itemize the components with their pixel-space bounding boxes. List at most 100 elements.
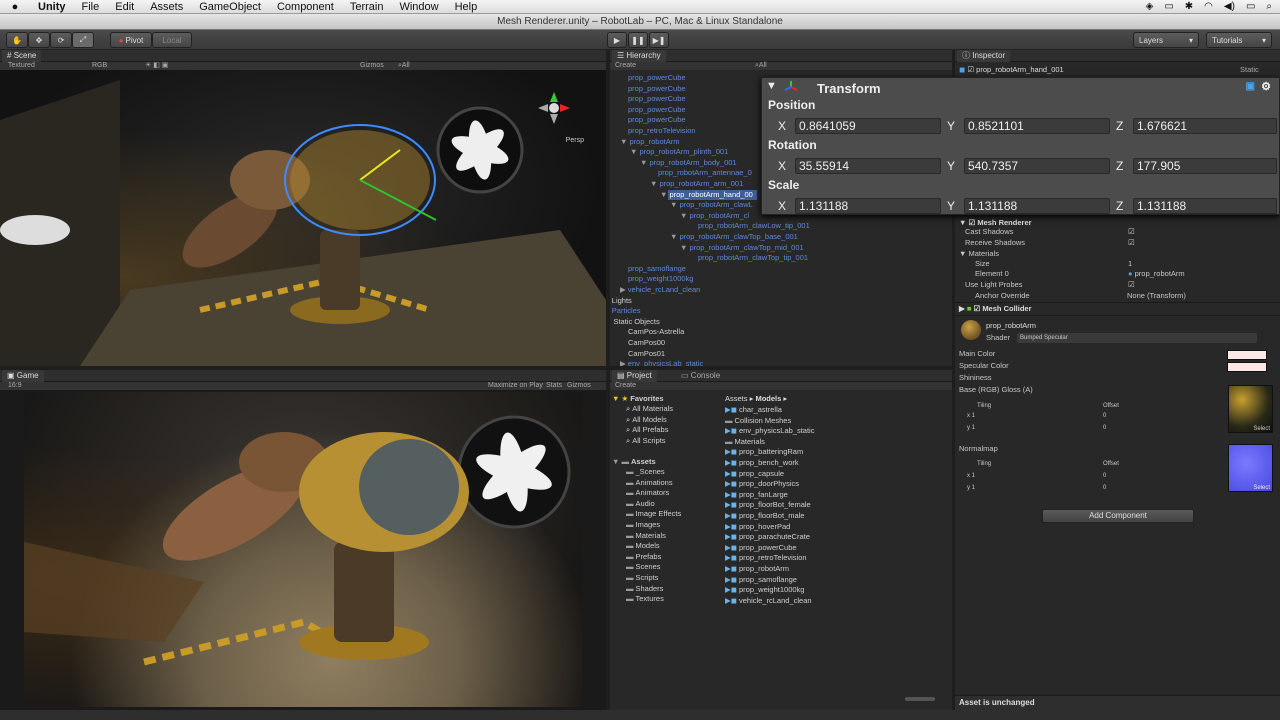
project-asset-item[interactable]: ▶◼ prop_batteringRam (725, 447, 803, 457)
gear-icon[interactable]: ⚙ (1261, 80, 1271, 93)
breadcrumb-assets[interactable]: Assets (725, 394, 748, 403)
project-tree-item[interactable]: ▬ Images (626, 520, 660, 530)
transform-header[interactable]: ▼ Transform ▣ ⚙ (762, 78, 1279, 98)
project-asset-item[interactable]: ▶◼ prop_robotArm (725, 564, 789, 574)
play-button[interactable]: ▶ (607, 32, 627, 48)
menu-gameobject[interactable]: GameObject (191, 0, 269, 14)
project-asset-item[interactable]: ▶◼ prop_weight1000kg (725, 585, 804, 595)
foldout-open-icon[interactable]: ▼ (640, 158, 647, 167)
hierarchy-row[interactable]: ▼ prop_robotArm_cl (680, 211, 749, 221)
wifi-icon[interactable]: ◠ (1204, 0, 1213, 14)
scene-shading-dropdown[interactable]: Textured (8, 62, 35, 70)
hierarchy-create-dropdown[interactable]: Create (615, 62, 636, 70)
position-z-field[interactable]: 1.676621 (1133, 118, 1277, 134)
game-gizmos-dropdown[interactable]: Gizmos (567, 382, 591, 390)
foldout-closed-icon[interactable]: ▶ (620, 285, 626, 294)
hierarchy-row[interactable]: prop_powerCube (628, 105, 686, 115)
static-dropdown[interactable]: Static (1240, 65, 1259, 75)
foldout-open-icon[interactable]: ▼ (680, 211, 687, 220)
project-asset-item[interactable]: ▶◼ prop_capsule (725, 469, 784, 479)
help-icon[interactable]: ▣ (1246, 81, 1255, 92)
project-asset-item[interactable]: ▶◼ vehicle_rcLand_clean (725, 596, 812, 606)
hierarchy-row[interactable]: ▼ prop_robotArm_plinth_001 (630, 147, 728, 157)
hierarchy-row[interactable]: prop_retroTelevision (628, 126, 696, 136)
hierarchy-row[interactable]: ▼ prop_robotArm_arm_001 (650, 179, 743, 189)
project-asset-item[interactable]: ▶◼ prop_fanLarge (725, 490, 788, 500)
project-tree-item[interactable]: ▬ Models (626, 541, 660, 551)
project-asset-item[interactable]: ▶◼ prop_samoflange (725, 575, 797, 585)
scale-x-field[interactable]: 1.131188 (795, 198, 941, 214)
scene-search-input[interactable]: ⌕All (398, 62, 410, 70)
project-tree-item[interactable]: ▬ Animations (626, 478, 673, 488)
foldout-open-icon[interactable]: ▼ (670, 200, 677, 209)
foldout-closed-icon[interactable]: ▶ (620, 359, 626, 366)
rotate-tool-button[interactable]: ⟳ (50, 32, 72, 48)
hierarchy-row[interactable]: prop_powerCube (628, 73, 686, 83)
normal-offset-x[interactable]: 0 (1103, 471, 1106, 481)
menu-component[interactable]: Component (269, 0, 342, 14)
icon-size-slider[interactable] (905, 697, 935, 701)
scale-y-field[interactable]: 1.131188 (964, 198, 1110, 214)
mesh-collider-header[interactable]: ▶ ■ ☑ Mesh Collider (959, 304, 1032, 314)
project-tree-item[interactable]: ▬ Scripts (626, 573, 658, 583)
hierarchy-row[interactable]: prop_robotArm_antennae_0 (658, 168, 752, 178)
hierarchy-row[interactable]: prop_powerCube (628, 94, 686, 104)
cast-shadows-checkbox[interactable]: ☑ (1128, 227, 1135, 237)
hierarchy-row[interactable]: ▼ prop_robotArm_clawTop_mid_001 (680, 243, 804, 253)
project-asset-item[interactable]: ▶◼ prop_floorBot_female (725, 500, 811, 510)
project-tree-item[interactable]: ▬ Animators (626, 488, 669, 498)
hierarchy-row[interactable]: prop_powerCube (628, 115, 686, 125)
hierarchy-search-input[interactable]: ⌕All (755, 62, 767, 70)
project-tree-item[interactable]: ▬ Image Effects (626, 509, 681, 519)
hierarchy-row[interactable]: ▼ prop_robotArm_clawL (670, 200, 753, 210)
tab-hierarchy[interactable]: ☰ Hierarchy (612, 50, 666, 62)
volume-icon[interactable]: ◀) (1224, 0, 1235, 14)
game-aspect-dropdown[interactable]: 16:9 (8, 382, 22, 390)
menu-app[interactable]: Unity (30, 0, 74, 14)
scene-gizmos-dropdown[interactable]: Gizmos (360, 62, 384, 70)
hierarchy-row[interactable]: ▶ vehicle_rcLand_clean (620, 285, 700, 295)
project-tree-item[interactable]: ▬ _Scenes (626, 467, 665, 477)
project-tree-item[interactable]: ▬ Materials (626, 531, 666, 541)
foldout-open-icon[interactable]: ▼ (650, 179, 657, 188)
scale-z-field[interactable]: 1.131188 (1133, 198, 1277, 214)
position-y-field[interactable]: 0.8521101 (964, 118, 1110, 134)
scene-render-dropdown[interactable]: RGB (92, 62, 107, 70)
hierarchy-row[interactable]: ▶Particles (612, 306, 641, 316)
project-tree-item[interactable]: ⌕ All Scripts (626, 436, 666, 446)
local-button[interactable]: Local (152, 32, 192, 48)
project-asset-item[interactable]: ▶◼ prop_retroTelevision (725, 553, 807, 563)
project-tree-item[interactable]: ▬ Textures (626, 594, 664, 604)
object-name-field[interactable]: prop_robotArm_hand_001 (976, 65, 1064, 74)
specular-color-swatch[interactable] (1227, 362, 1267, 372)
project-tree-item[interactable]: ▼ ★ Favorites (612, 394, 664, 404)
hierarchy-row[interactable]: CamPos00 (628, 338, 665, 348)
foldout-open-icon[interactable]: ▼ (610, 317, 611, 326)
project-asset-item[interactable]: ▶◼ prop_hoverPad (725, 522, 790, 532)
project-tree-item[interactable]: ▬ Prefabs (626, 552, 661, 562)
maximize-on-play-toggle[interactable]: Maximize on Play (488, 382, 543, 390)
menu-file[interactable]: File (74, 0, 108, 14)
scene-orientation-gizmo-icon[interactable] (536, 90, 572, 126)
layers-dropdown[interactable]: Layers ▾ (1133, 32, 1199, 48)
rotation-x-field[interactable]: 35.55914 (795, 158, 941, 174)
project-create-dropdown[interactable]: Create (615, 382, 636, 390)
hierarchy-row[interactable]: ▼ prop_robotArm (620, 137, 679, 147)
mesh-renderer-checkbox[interactable]: ☑ (969, 218, 976, 227)
hierarchy-row[interactable]: prop_powerCube (628, 84, 686, 94)
project-asset-item[interactable]: ▶◼ prop_parachuteCrate (725, 532, 810, 542)
dropbox-icon[interactable]: ◈ (1146, 0, 1154, 14)
materials-foldout[interactable]: ▼ Materials (959, 249, 999, 259)
scene-persp-label[interactable]: Persp (566, 137, 584, 144)
project-asset-item[interactable]: ▬ Collision Meshes (725, 416, 791, 426)
use-light-probes-checkbox[interactable]: ☑ (1128, 280, 1135, 290)
project-asset-item[interactable]: ▶◼ char_astrella (725, 405, 782, 415)
hierarchy-row[interactable]: ▼Static Objects (610, 317, 660, 327)
base-offset-y[interactable]: 0 (1103, 423, 1106, 433)
scale-tool-button[interactable]: ⤢ (72, 32, 94, 48)
move-tool-button[interactable]: ✥ (28, 32, 50, 48)
pause-button[interactable]: ❚❚ (628, 32, 648, 48)
hand-tool-button[interactable]: ✋ (6, 32, 28, 48)
hierarchy-row[interactable]: ▼ prop_robotArm_hand_00 (660, 189, 757, 200)
receive-shadows-checkbox[interactable]: ☑ (1128, 238, 1135, 248)
